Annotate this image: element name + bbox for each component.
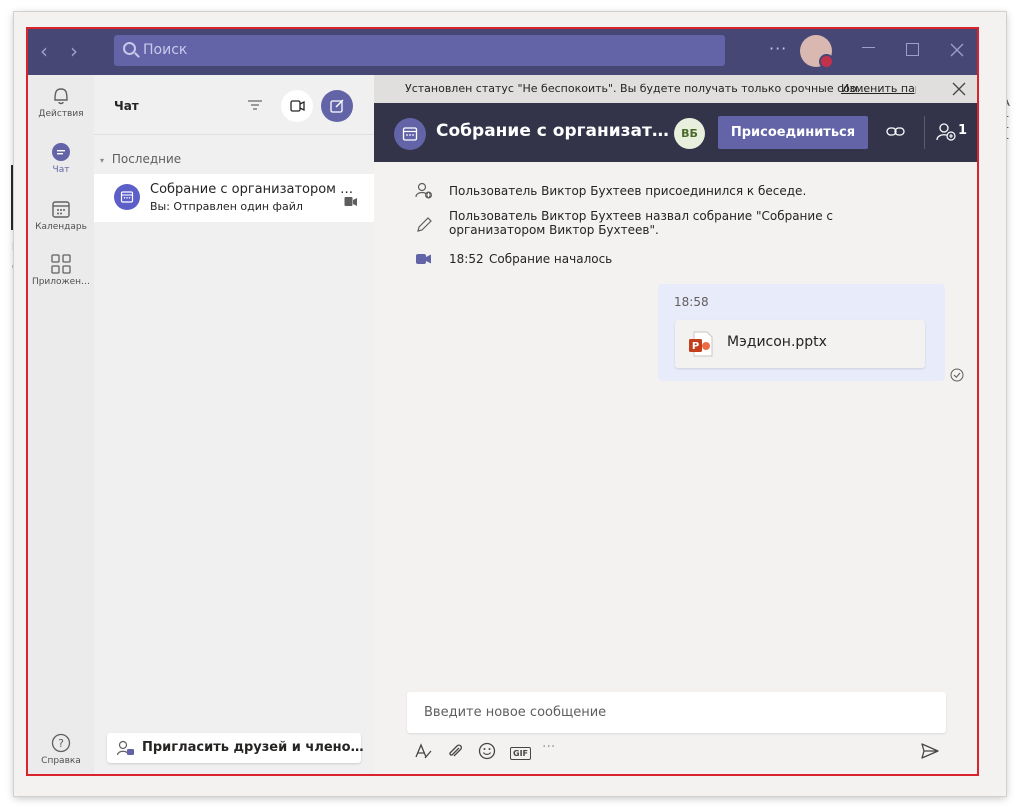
invite-label: Пригласить друзей и члено… [142,740,364,755]
file-name: Мэдисон.pptx [727,334,827,350]
meet-now-button[interactable] [281,90,313,122]
close-button[interactable] [950,42,964,61]
maximize-button[interactable] [906,42,920,61]
meeting-avatar [114,184,140,210]
emoji-icon [478,742,496,760]
chat-list-panel: Чат ▾ Последние Собрание с организатором… [94,75,374,774]
forward-button[interactable]: › [70,41,78,61]
header-divider [924,116,925,149]
more-options-button[interactable]: ··· [769,39,787,58]
pencil-icon [415,216,433,238]
people-add-icon [936,123,956,141]
calendar-icon [120,191,134,203]
gif-button[interactable]: GIF [510,744,532,760]
minimize-icon [862,47,875,48]
video-icon [415,251,433,271]
event-renamed: Пользователь Виктор Бухтеев назвал собра… [449,209,833,237]
rail-item-chat[interactable]: Чат [28,142,94,175]
search-icon [123,42,136,55]
chat-icon [51,142,71,162]
search-input[interactable]: Поиск [114,35,725,66]
back-button[interactable]: ‹ [40,41,48,61]
attach-button[interactable] [446,742,464,764]
event-time: 18:52 [449,252,484,266]
chat-title: Собрание с организат… [436,121,669,141]
close-icon [952,82,966,96]
message-time: 18:58 [674,295,709,309]
rail-label-help: Справка [41,756,81,766]
emoji-button[interactable] [478,742,496,764]
link-icon [886,127,905,136]
rail-item-calendar[interactable]: Календарь [28,199,94,232]
app-rail: Действия Чат Календарь Приложен… ? Справ… [28,75,94,774]
person-add-icon [415,182,433,204]
video-icon [290,100,305,112]
invite-icon [116,740,135,760]
event-joined: Пользователь Виктор Бухтеев присоединилс… [449,184,807,198]
help-icon: ? [51,733,71,753]
rail-label-apps: Приложен… [31,277,91,287]
participants-count: 1 [958,123,968,138]
file-attachment[interactable]: P Мэдисон.pptx [675,320,925,368]
participants-button[interactable] [936,122,956,146]
recent-section-header[interactable]: ▾ Последние [100,152,181,166]
calendar-icon [51,199,71,219]
rail-item-apps[interactable]: Приложен… [28,254,94,287]
format-icon [415,743,432,759]
participant-avatar[interactable]: ВБ [674,118,705,149]
calendar-icon [402,127,418,141]
invite-friends-button[interactable]: Пригласить друзей и члено… [107,733,364,763]
banner-text: Установлен статус "Не беспокоить". Вы бу… [405,82,868,95]
message-bubble: 18:58 P Мэдисон.pptx [658,284,945,381]
filter-icon [248,100,262,110]
close-icon [950,43,964,57]
profile-avatar[interactable] [800,35,834,69]
format-button[interactable] [414,742,432,764]
meeting-avatar [394,118,426,150]
send-button[interactable] [920,742,940,764]
rail-item-activity[interactable]: Действия [28,86,94,119]
paperclip-icon [449,744,462,757]
rail-label-chat: Чат [52,165,70,175]
chevron-down-icon: ▾ [100,156,105,165]
new-chat-button[interactable] [321,90,353,122]
filter-button[interactable] [247,97,263,116]
read-receipt-icon [950,367,964,386]
rail-item-help[interactable]: ? Справка [28,733,94,766]
chat-item-title: Собрание с организатором … [150,182,354,197]
chat-list-item[interactable]: Собрание с организатором … Вы: Отправлен… [94,174,374,222]
minimize-button[interactable] [862,35,876,59]
rail-label-calendar: Календарь [35,222,87,232]
copy-link-button[interactable] [886,124,906,144]
svg-text:P: P [692,341,699,352]
chat-list-title: Чат [114,99,139,113]
bell-icon [51,86,71,106]
search-placeholder: Поиск [143,42,188,58]
event-meeting-started: Собрание началось [489,252,613,266]
chat-item-subtitle: Вы: Отправлен один файл [150,200,303,213]
svg-text:?: ? [58,737,64,750]
video-call-icon [344,193,358,212]
compose-icon [330,99,344,113]
gif-icon: GIF [510,747,532,760]
title-bar: ‹ › Поиск ··· [28,29,977,75]
maximize-icon [906,43,919,56]
dnd-banner: Установлен статус "Не беспокоить". Вы бу… [374,75,977,103]
more-compose-options[interactable]: ··· [542,739,555,755]
chat-header: Собрание с организат… ВБ Присоединиться … [374,103,977,162]
send-icon [921,743,939,759]
message-input-placeholder: Введите новое сообщение [424,705,607,720]
banner-change-link[interactable]: Изменить пар [841,82,916,95]
chat-main: Установлен статус "Не беспокоить". Вы бу… [374,75,977,774]
rail-label-activity: Действия [38,109,84,119]
recent-section-label: Последние [111,152,182,166]
join-button[interactable]: Присоединиться [718,116,868,149]
banner-close-button[interactable] [952,78,966,101]
apps-icon [51,254,71,274]
powerpoint-icon: P [688,331,714,361]
divider [94,134,374,135]
message-input[interactable]: Введите новое сообщение [407,692,946,733]
